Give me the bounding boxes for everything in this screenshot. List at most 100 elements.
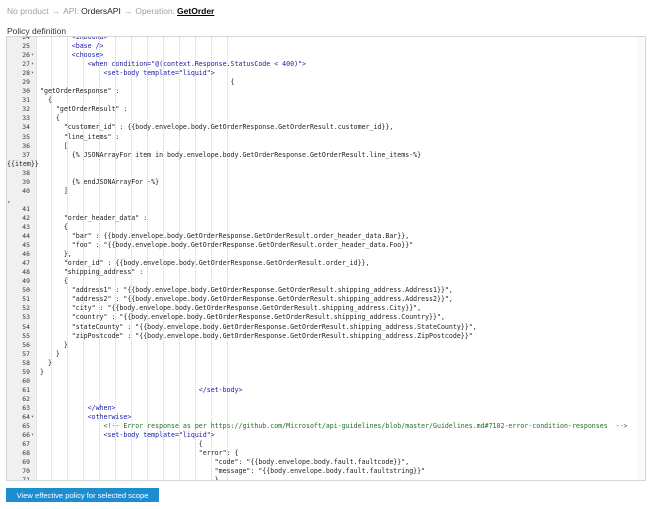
- code-line[interactable]: 29 {: [7, 78, 645, 87]
- code-line[interactable]: 67 {: [7, 440, 645, 449]
- code-line[interactable]: 64 ▾ <otherwise>: [7, 413, 645, 422]
- fold-toggle-icon[interactable]: ▾: [31, 413, 36, 422]
- code-text: {% endJSONArrayFor -%}: [40, 177, 160, 186]
- code-text: "code": "{{body.envelope.body.fault.faul…: [40, 458, 410, 467]
- code-text: <when condition="@(context.Response.Stat…: [40, 60, 306, 69]
- line-number: 34: [22, 123, 30, 132]
- code-line[interactable]: 33 {: [7, 114, 645, 123]
- code-line[interactable]: 50 "address1" : "{{body.envelope.body.Ge…: [7, 286, 645, 295]
- code-line[interactable]: 68 "error": {: [7, 449, 645, 458]
- line-number: 70: [22, 467, 30, 476]
- line-number: 43: [22, 222, 30, 231]
- code-line[interactable]: 40 ]: [7, 187, 645, 196]
- code-text: <otherwise>: [40, 412, 132, 421]
- code-line[interactable]: 60: [7, 377, 645, 386]
- code-line[interactable]: 46 },: [7, 250, 645, 259]
- code-line[interactable]: 54 "stateCounty" : "{{body.envelope.body…: [7, 323, 645, 332]
- code-line[interactable]: 30 "getOrderResponse" :: [7, 87, 645, 96]
- code-line[interactable]: 37 {% JSONArrayFor item in body.envelope…: [7, 151, 645, 160]
- code-line[interactable]: 63 </when>: [7, 404, 645, 413]
- code-line[interactable]: 48 "shipping_address" :: [7, 268, 645, 277]
- code-line[interactable]: 41: [7, 205, 645, 214]
- code-line[interactable]: 62: [7, 395, 645, 404]
- code-line[interactable]: 57 }: [7, 350, 645, 359]
- code-line[interactable]: {{item}}: [7, 160, 645, 169]
- fold-toggle-icon[interactable]: ▾: [31, 431, 36, 440]
- code-line[interactable]: 61 </set-body>: [7, 386, 645, 395]
- code-line[interactable]: 55 "zipPostcode" : "{{body.envelope.body…: [7, 332, 645, 341]
- code-line[interactable]: 38: [7, 169, 645, 178]
- code-line[interactable]: 27 ▾ <when condition="@(context.Response.…: [7, 60, 645, 69]
- code-text: ]: [40, 186, 68, 195]
- breadcrumb-operation[interactable]: GetOrder: [177, 6, 214, 16]
- code-line[interactable]: 52 "city" : "{{body.envelope.body.GetOrd…: [7, 304, 645, 313]
- line-number: 52: [22, 304, 30, 313]
- editor-scrollbar[interactable]: [637, 37, 645, 480]
- code-line[interactable]: 44 "bar" : {{body.envelope.body.GetOrder…: [7, 232, 645, 241]
- code-line[interactable]: 53 "country" : "{{body.envelope.body.Get…: [7, 313, 645, 322]
- line-number: 65: [22, 422, 30, 431]
- code-line[interactable]: 31 {: [7, 96, 645, 105]
- line-number: 50: [22, 286, 30, 295]
- breadcrumb-separator: →: [123, 6, 133, 16]
- code-line[interactable]: 59}: [7, 368, 645, 377]
- code-line[interactable]: 36 [: [7, 142, 645, 151]
- code-line[interactable]: 51 "address2" : "{{body.envelope.body.Ge…: [7, 295, 645, 304]
- line-number: 44: [22, 232, 30, 241]
- code-text: }: [40, 349, 60, 358]
- line-number: 41: [22, 204, 30, 213]
- code-text: }: [40, 340, 68, 349]
- line-number: 49: [22, 277, 30, 286]
- code-text: [: [40, 141, 68, 150]
- code-line[interactable]: 69 "code": "{{body.envelope.body.fault.f…: [7, 458, 645, 467]
- line-number: 33: [22, 114, 30, 123]
- code-text: }: [40, 358, 52, 367]
- line-number: 25: [22, 42, 30, 51]
- code-line[interactable]: 71 }: [7, 476, 645, 481]
- line-number: 39: [22, 177, 30, 186]
- policy-code-editor[interactable]: 24 <inbound> 25 <base /> 26 ▾ <choose> 27 ▾ <…: [6, 36, 646, 481]
- code-line[interactable]: 47 "order_id" : {{body.envelope.body.Get…: [7, 259, 645, 268]
- line-number: 57: [22, 349, 30, 358]
- fold-toggle-icon[interactable]: ▾: [31, 51, 36, 60]
- code-line[interactable]: 39 {% endJSONArrayFor -%}: [7, 178, 645, 187]
- line-number: 55: [22, 331, 30, 340]
- code-text: }: [40, 476, 219, 481]
- code-text: "bar" : {{body.envelope.body.GetOrderRes…: [40, 232, 410, 241]
- code-line[interactable]: 66 ▾ <set-body template="liquid">: [7, 431, 645, 440]
- code-line[interactable]: ,: [7, 196, 645, 205]
- breadcrumb-operation-prefix: Operation:: [135, 6, 176, 16]
- code-line[interactable]: 35 "line_items" :: [7, 133, 645, 142]
- code-text: "error": {: [40, 449, 239, 458]
- line-number: 66: [22, 431, 30, 440]
- code-line[interactable]: 45 "foo" : "{{body.envelope.body.GetOrde…: [7, 241, 645, 250]
- breadcrumb-api[interactable]: OrdersAPI: [81, 6, 121, 16]
- fold-toggle-icon[interactable]: ▾: [31, 60, 36, 69]
- code-text: ,: [7, 195, 11, 204]
- line-number: 61: [22, 385, 30, 394]
- code-line[interactable]: 65 <!-- Error response as per https://gi…: [7, 422, 645, 431]
- code-line[interactable]: 32 "getOrderResult" :: [7, 105, 645, 114]
- code-text: <base />: [40, 42, 104, 51]
- line-number: 48: [22, 268, 30, 277]
- breadcrumb-product[interactable]: No product: [7, 6, 49, 16]
- code-text: </when>: [40, 403, 116, 412]
- view-effective-policy-button[interactable]: View effective policy for selected scope: [6, 488, 159, 502]
- code-line[interactable]: 43 {: [7, 223, 645, 232]
- code-line[interactable]: 58 }: [7, 359, 645, 368]
- code-line[interactable]: 49 {: [7, 277, 645, 286]
- code-line[interactable]: 70 "message": "{{body.envelope.body.faul…: [7, 467, 645, 476]
- code-line[interactable]: 26 ▾ <choose>: [7, 51, 645, 60]
- code-line[interactable]: 28 ▾ <set-body template="liquid">: [7, 69, 645, 78]
- line-number: 27: [22, 60, 30, 69]
- code-text: {: [40, 222, 68, 231]
- code-text: "address2" : "{{body.envelope.body.GetOr…: [40, 295, 453, 304]
- fold-toggle-icon[interactable]: ▾: [31, 69, 36, 78]
- code-line[interactable]: 56 }: [7, 341, 645, 350]
- code-line[interactable]: 25 <base />: [7, 42, 645, 51]
- code-text: "city" : "{{body.envelope.body.GetOrderR…: [40, 304, 422, 313]
- code-line[interactable]: 42 "order_header_data" :: [7, 214, 645, 223]
- line-number: 56: [22, 340, 30, 349]
- code-line[interactable]: 34 "customer_id" : {{body.envelope.body.…: [7, 123, 645, 132]
- code-text: "order_id" : {{body.envelope.body.GetOrd…: [40, 259, 370, 268]
